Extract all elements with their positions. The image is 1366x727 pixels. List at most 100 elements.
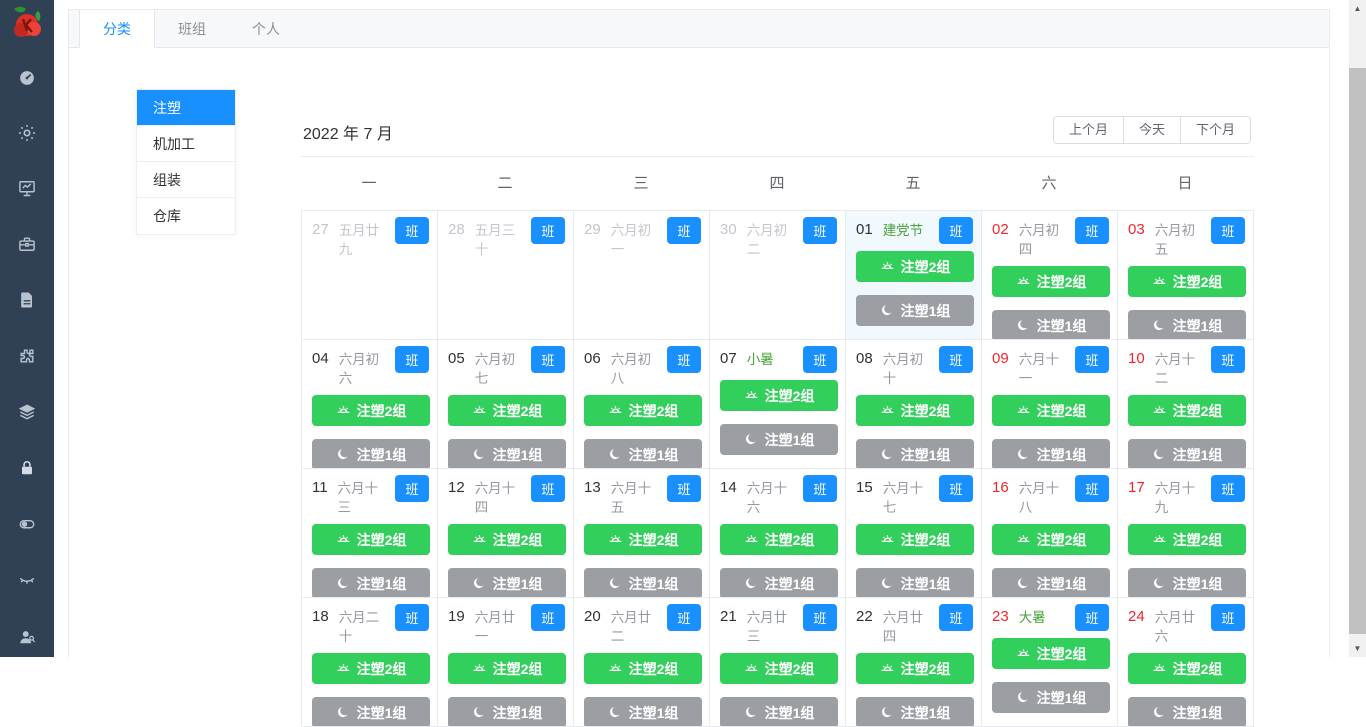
eye-closed-icon[interactable] — [17, 570, 37, 590]
calendar-day-cell[interactable]: 03 六月初五 班 注塑2组 注塑1组 — [1118, 211, 1254, 340]
calendar-day-cell[interactable]: 08 六月初十 班 注塑2组 注塑1组 — [846, 340, 982, 469]
category-item[interactable]: 注塑 — [137, 90, 235, 126]
calendar-day-cell[interactable]: 27 五月廿九 班 注塑2组 注塑1组 — [302, 211, 438, 340]
shift-badge[interactable]: 班 — [531, 217, 565, 244]
night-shift-button[interactable]: 注塑1组 — [856, 439, 974, 468]
night-shift-button[interactable]: 注塑1组 — [1128, 310, 1246, 339]
shift-badge[interactable]: 班 — [939, 475, 973, 502]
night-shift-button[interactable]: 注塑1组 — [992, 439, 1110, 468]
calendar-day-cell[interactable]: 01 建党节 班 注塑2组 注塑1组 — [846, 211, 982, 340]
shift-badge[interactable]: 班 — [667, 604, 701, 631]
scroll-up-arrow-icon[interactable]: ▲ — [1349, 0, 1366, 17]
shift-badge[interactable]: 班 — [395, 217, 429, 244]
shift-badge[interactable]: 班 — [1075, 346, 1109, 373]
morning-shift-button[interactable]: 注塑2组 — [584, 395, 702, 426]
calendar-day-cell[interactable]: 24 六月廿六 班 注塑2组 注塑1组 — [1118, 598, 1254, 727]
shift-badge[interactable]: 班 — [667, 346, 701, 373]
vertical-scrollbar[interactable]: ▲ ▼ — [1349, 0, 1366, 657]
calendar-day-cell[interactable]: 19 六月廿一 班 注塑2组 注塑1组 — [438, 598, 574, 727]
morning-shift-button[interactable]: 注塑2组 — [312, 395, 430, 426]
calendar-day-cell[interactable]: 11 六月十三 班 注塑2组 注塑1组 — [302, 469, 438, 598]
toolbox-icon[interactable] — [17, 234, 37, 254]
night-shift-button[interactable]: 注塑1组 — [1128, 697, 1246, 726]
shift-badge[interactable]: 班 — [803, 346, 837, 373]
shift-badge[interactable]: 班 — [939, 346, 973, 373]
shift-badge[interactable]: 班 — [1211, 604, 1245, 631]
shift-badge[interactable]: 班 — [667, 217, 701, 244]
night-shift-button[interactable]: 注塑1组 — [992, 568, 1110, 597]
tab-item[interactable]: 班组 — [155, 10, 229, 48]
calendar-day-cell[interactable]: 17 六月十九 班 注塑2组 注塑1组 — [1118, 469, 1254, 598]
morning-shift-button[interactable]: 注塑2组 — [856, 524, 974, 555]
shift-badge[interactable]: 班 — [667, 475, 701, 502]
scrollbar-thumb[interactable] — [1349, 68, 1366, 634]
layers-icon[interactable] — [17, 402, 37, 422]
calendar-day-cell[interactable]: 15 六月十七 班 注塑2组 注塑1组 — [846, 469, 982, 598]
tab-item[interactable]: 分类 — [79, 10, 155, 48]
night-shift-button[interactable]: 注塑1组 — [856, 568, 974, 597]
night-shift-button[interactable]: 注塑1组 — [312, 568, 430, 597]
shift-badge[interactable]: 班 — [1211, 346, 1245, 373]
morning-shift-button[interactable]: 注塑2组 — [584, 524, 702, 555]
user-search-icon[interactable] — [17, 627, 37, 647]
shift-badge[interactable]: 班 — [1075, 217, 1109, 244]
night-shift-button[interactable]: 注塑1组 — [720, 424, 838, 455]
shift-badge[interactable]: 班 — [395, 604, 429, 631]
night-shift-button[interactable]: 注塑1组 — [312, 697, 430, 726]
puzzle-icon[interactable] — [17, 346, 37, 366]
shift-badge[interactable]: 班 — [531, 346, 565, 373]
night-shift-button[interactable]: 注塑1组 — [856, 697, 974, 726]
calendar-day-cell[interactable]: 21 六月廿三 班 注塑2组 注塑1组 — [710, 598, 846, 727]
morning-shift-button[interactable]: 注塑2组 — [856, 395, 974, 426]
calendar-day-cell[interactable]: 28 五月三十 班 注塑2组 注塑1组 — [438, 211, 574, 340]
shift-badge[interactable]: 班 — [1211, 475, 1245, 502]
night-shift-button[interactable]: 注塑1组 — [720, 697, 838, 726]
morning-shift-button[interactable]: 注塑2组 — [1128, 395, 1246, 426]
night-shift-button[interactable]: 注塑1组 — [448, 439, 566, 468]
shift-badge[interactable]: 班 — [531, 604, 565, 631]
night-shift-button[interactable]: 注塑1组 — [992, 310, 1110, 339]
morning-shift-button[interactable]: 注塑2组 — [448, 395, 566, 426]
morning-shift-button[interactable]: 注塑2组 — [992, 395, 1110, 426]
calendar-day-cell[interactable]: 29 六月初一 班 注塑2组 注塑1组 — [574, 211, 710, 340]
shift-badge[interactable]: 班 — [939, 604, 973, 631]
morning-shift-button[interactable]: 注塑2组 — [1128, 524, 1246, 555]
morning-shift-button[interactable]: 注塑2组 — [992, 524, 1110, 555]
shift-badge[interactable]: 班 — [395, 475, 429, 502]
category-item[interactable]: 仓库 — [137, 198, 235, 234]
shift-badge[interactable]: 班 — [803, 604, 837, 631]
morning-shift-button[interactable]: 注塑2组 — [856, 653, 974, 684]
night-shift-button[interactable]: 注塑1组 — [584, 439, 702, 468]
morning-shift-button[interactable]: 注塑2组 — [448, 524, 566, 555]
calendar-day-cell[interactable]: 13 六月十五 班 注塑2组 注塑1组 — [574, 469, 710, 598]
shift-badge[interactable]: 班 — [1075, 604, 1109, 631]
calendar-day-cell[interactable]: 09 六月十一 班 注塑2组 注塑1组 — [982, 340, 1118, 469]
calendar-day-cell[interactable]: 30 六月初二 班 注塑2组 注塑1组 — [710, 211, 846, 340]
night-shift-button[interactable]: 注塑1组 — [448, 568, 566, 597]
morning-shift-button[interactable]: 注塑2组 — [448, 653, 566, 684]
night-shift-button[interactable]: 注塑1组 — [856, 295, 974, 326]
calendar-day-cell[interactable]: 04 六月初六 班 注塑2组 注塑1组 — [302, 340, 438, 469]
night-shift-button[interactable]: 注塑1组 — [1128, 439, 1246, 468]
prev-month-button[interactable]: 上个月 — [1052, 116, 1124, 144]
night-shift-button[interactable]: 注塑1组 — [1128, 568, 1246, 597]
shift-badge[interactable]: 班 — [803, 217, 837, 244]
calendar-day-cell[interactable]: 10 六月十二 班 注塑2组 注塑1组 — [1118, 340, 1254, 469]
calendar-day-cell[interactable]: 02 六月初四 班 注塑2组 注塑1组 — [982, 211, 1118, 340]
night-shift-button[interactable]: 注塑1组 — [448, 697, 566, 726]
app-logo[interactable] — [8, 5, 46, 47]
today-button[interactable]: 今天 — [1123, 116, 1181, 144]
morning-shift-button[interactable]: 注塑2组 — [992, 266, 1110, 297]
dashboard-icon[interactable] — [17, 68, 37, 88]
morning-shift-button[interactable]: 注塑2组 — [584, 653, 702, 684]
scroll-down-arrow-icon[interactable]: ▼ — [1349, 640, 1366, 657]
morning-shift-button[interactable]: 注塑2组 — [992, 638, 1110, 669]
lock-icon[interactable] — [17, 458, 37, 478]
document-icon[interactable] — [17, 290, 37, 310]
calendar-day-cell[interactable]: 22 六月廿四 班 注塑2组 注塑1组 — [846, 598, 982, 727]
calendar-day-cell[interactable]: 12 六月十四 班 注塑2组 注塑1组 — [438, 469, 574, 598]
shift-badge[interactable]: 班 — [803, 475, 837, 502]
morning-shift-button[interactable]: 注塑2组 — [1128, 653, 1246, 684]
night-shift-button[interactable]: 注塑1组 — [584, 697, 702, 726]
calendar-day-cell[interactable]: 16 六月十八 班 注塑2组 注塑1组 — [982, 469, 1118, 598]
